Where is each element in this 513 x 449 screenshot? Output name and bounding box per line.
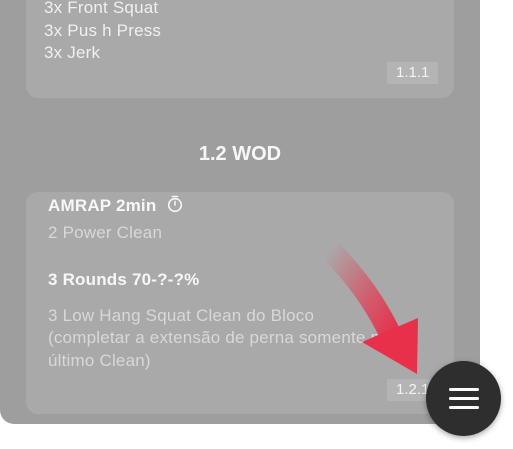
curved-arrow-icon	[322, 242, 418, 374]
exercise-line: último Clean)	[48, 351, 151, 370]
rounds-title: 3 Rounds 70-?-?%	[48, 270, 200, 289]
block-code: 1.1.1	[387, 62, 439, 84]
exercise-line: 3x Jerk	[44, 43, 101, 62]
amrap-title: AMRAP 2min	[48, 195, 183, 216]
stopwatch-icon	[168, 195, 183, 213]
exercise-line: 2 Power Clean	[48, 223, 163, 242]
workout-block-card[interactable]: 3x Front Squat 3x Pus h Press 3x Jerk 1.…	[26, 0, 454, 98]
exercise-line: 3 Low Hang Squat Clean do Bloco	[48, 306, 315, 325]
exercise-line: 3x Pus h Press	[44, 21, 162, 40]
menu-button[interactable]	[426, 361, 501, 436]
section-title: 1.2 WOD	[198, 143, 282, 165]
exercise-line: 3x Front Squat	[44, 0, 159, 17]
hamburger-menu-icon	[448, 387, 479, 410]
